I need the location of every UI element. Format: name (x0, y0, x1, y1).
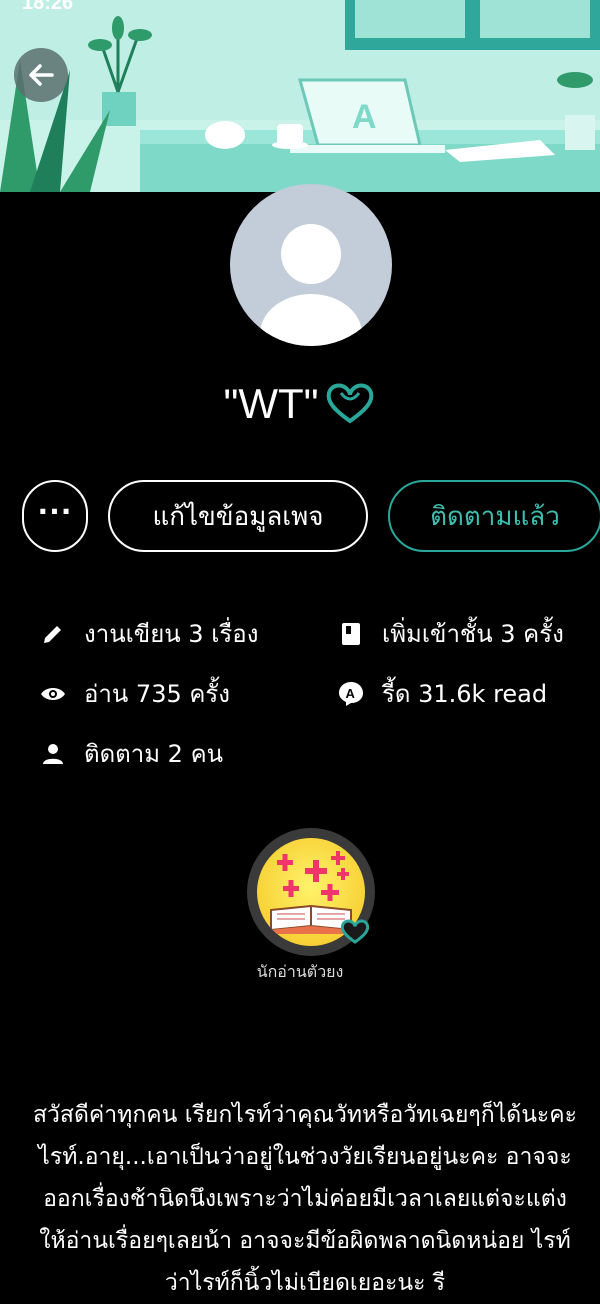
profile-name-row: "WT" (0, 380, 600, 428)
banner-illustration: A (0, 0, 600, 192)
book-icon (338, 621, 364, 647)
back-arrow-icon (29, 64, 54, 86)
stat-read-count: A รี้ด 31.6k read (338, 674, 547, 713)
stat-written-text: งานเขียน 3 เรื่อง (84, 620, 259, 648)
profile-name: "WT" (223, 380, 319, 427)
header-banner: A 18:26 (0, 0, 600, 192)
stat-read-count-text: รี้ด 31.6k read (382, 680, 548, 708)
stat-following: ติดตาม 2 คน (40, 734, 223, 773)
badge-heart-icon (340, 919, 370, 944)
edit-page-button[interactable]: แก้ไขข้อมูลเพจ (108, 480, 368, 552)
avatar-head-shape (281, 224, 341, 284)
read-icon: A (338, 681, 364, 707)
heart-icon (326, 383, 373, 424)
profile-bio: สวัสดีค่าทุกคน เรียกไรท์ว่าคุณวัทหรือวัท… (32, 1102, 578, 1296)
profile-avatar[interactable] (230, 184, 392, 346)
badge-label: นักอ่านตัวยง (256, 962, 344, 981)
avatar-body-shape (260, 294, 362, 346)
svg-text:A: A (346, 686, 356, 701)
reader-badge[interactable] (247, 828, 375, 956)
stat-following-text: ติดตาม 2 คน (84, 740, 224, 768)
more-button[interactable]: ··· (22, 480, 88, 552)
stat-written: งานเขียน 3 เรื่อง (40, 614, 258, 653)
following-button[interactable]: ติดตามแล้ว (388, 480, 600, 552)
status-time: 18:26 (22, 0, 74, 14)
stat-shelved-text: เพิ่มเข้าชั้น 3 ครั้ง (382, 620, 564, 648)
person-icon (40, 741, 66, 767)
eye-icon (40, 681, 66, 707)
back-button[interactable] (14, 48, 68, 102)
pencil-icon (40, 621, 66, 647)
stat-reads-text: อ่าน 735 ครั้ง (84, 680, 231, 708)
svg-text:A: A (352, 98, 377, 136)
stat-reads: อ่าน 735 ครั้ง (40, 674, 230, 713)
stat-shelved: เพิ่มเข้าชั้น 3 ครั้ง (338, 614, 564, 653)
